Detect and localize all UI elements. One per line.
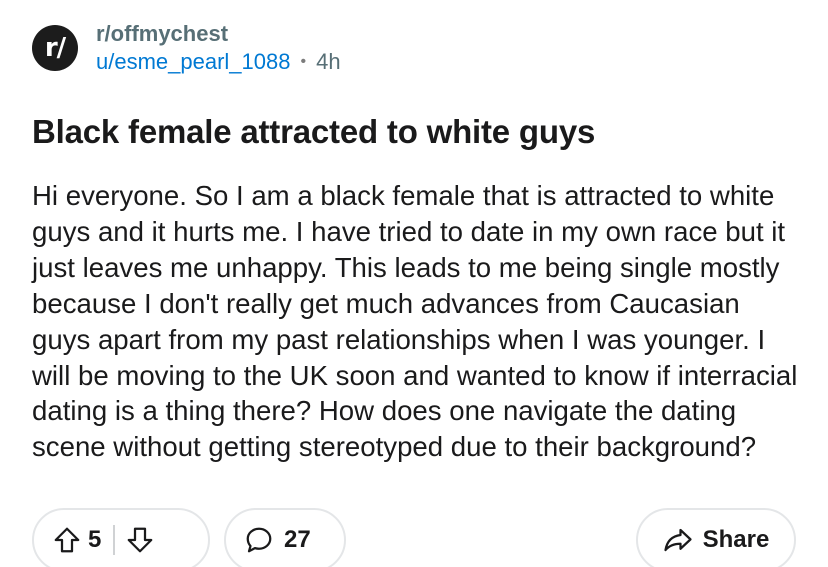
post-title: Black female attracted to white guys	[32, 113, 596, 150]
post-actions: 5 27 Share	[32, 508, 796, 567]
comment-bubble-icon	[244, 525, 274, 555]
comment-count: 27	[284, 526, 311, 553]
post-body: Hi everyone. So I am a black female that…	[32, 180, 798, 463]
vote-pill: 5	[32, 508, 210, 567]
downvote-arrow-icon[interactable]	[125, 525, 155, 555]
author-link[interactable]: u/esme_pearl_1088	[96, 48, 290, 76]
subreddit-link[interactable]: r/offmychest	[96, 20, 341, 48]
subreddit-avatar[interactable]: r/	[32, 25, 78, 71]
upvote-arrow-icon[interactable]	[52, 525, 82, 555]
upvote-count: 5	[88, 526, 102, 553]
post-age: 4h	[316, 49, 341, 74]
post-header: r/ r/offmychest u/esme_pearl_1088 • 4h	[32, 16, 341, 80]
share-label: Share	[702, 526, 770, 553]
share-arrow-icon	[663, 525, 693, 555]
author-line: u/esme_pearl_1088 • 4h	[96, 48, 341, 76]
meta-separator: •	[300, 53, 307, 70]
post-meta: r/offmychest u/esme_pearl_1088 • 4h	[96, 20, 341, 76]
comments-button[interactable]: 27	[224, 508, 346, 567]
share-button[interactable]: Share	[636, 508, 796, 567]
vote-divider	[113, 525, 116, 555]
